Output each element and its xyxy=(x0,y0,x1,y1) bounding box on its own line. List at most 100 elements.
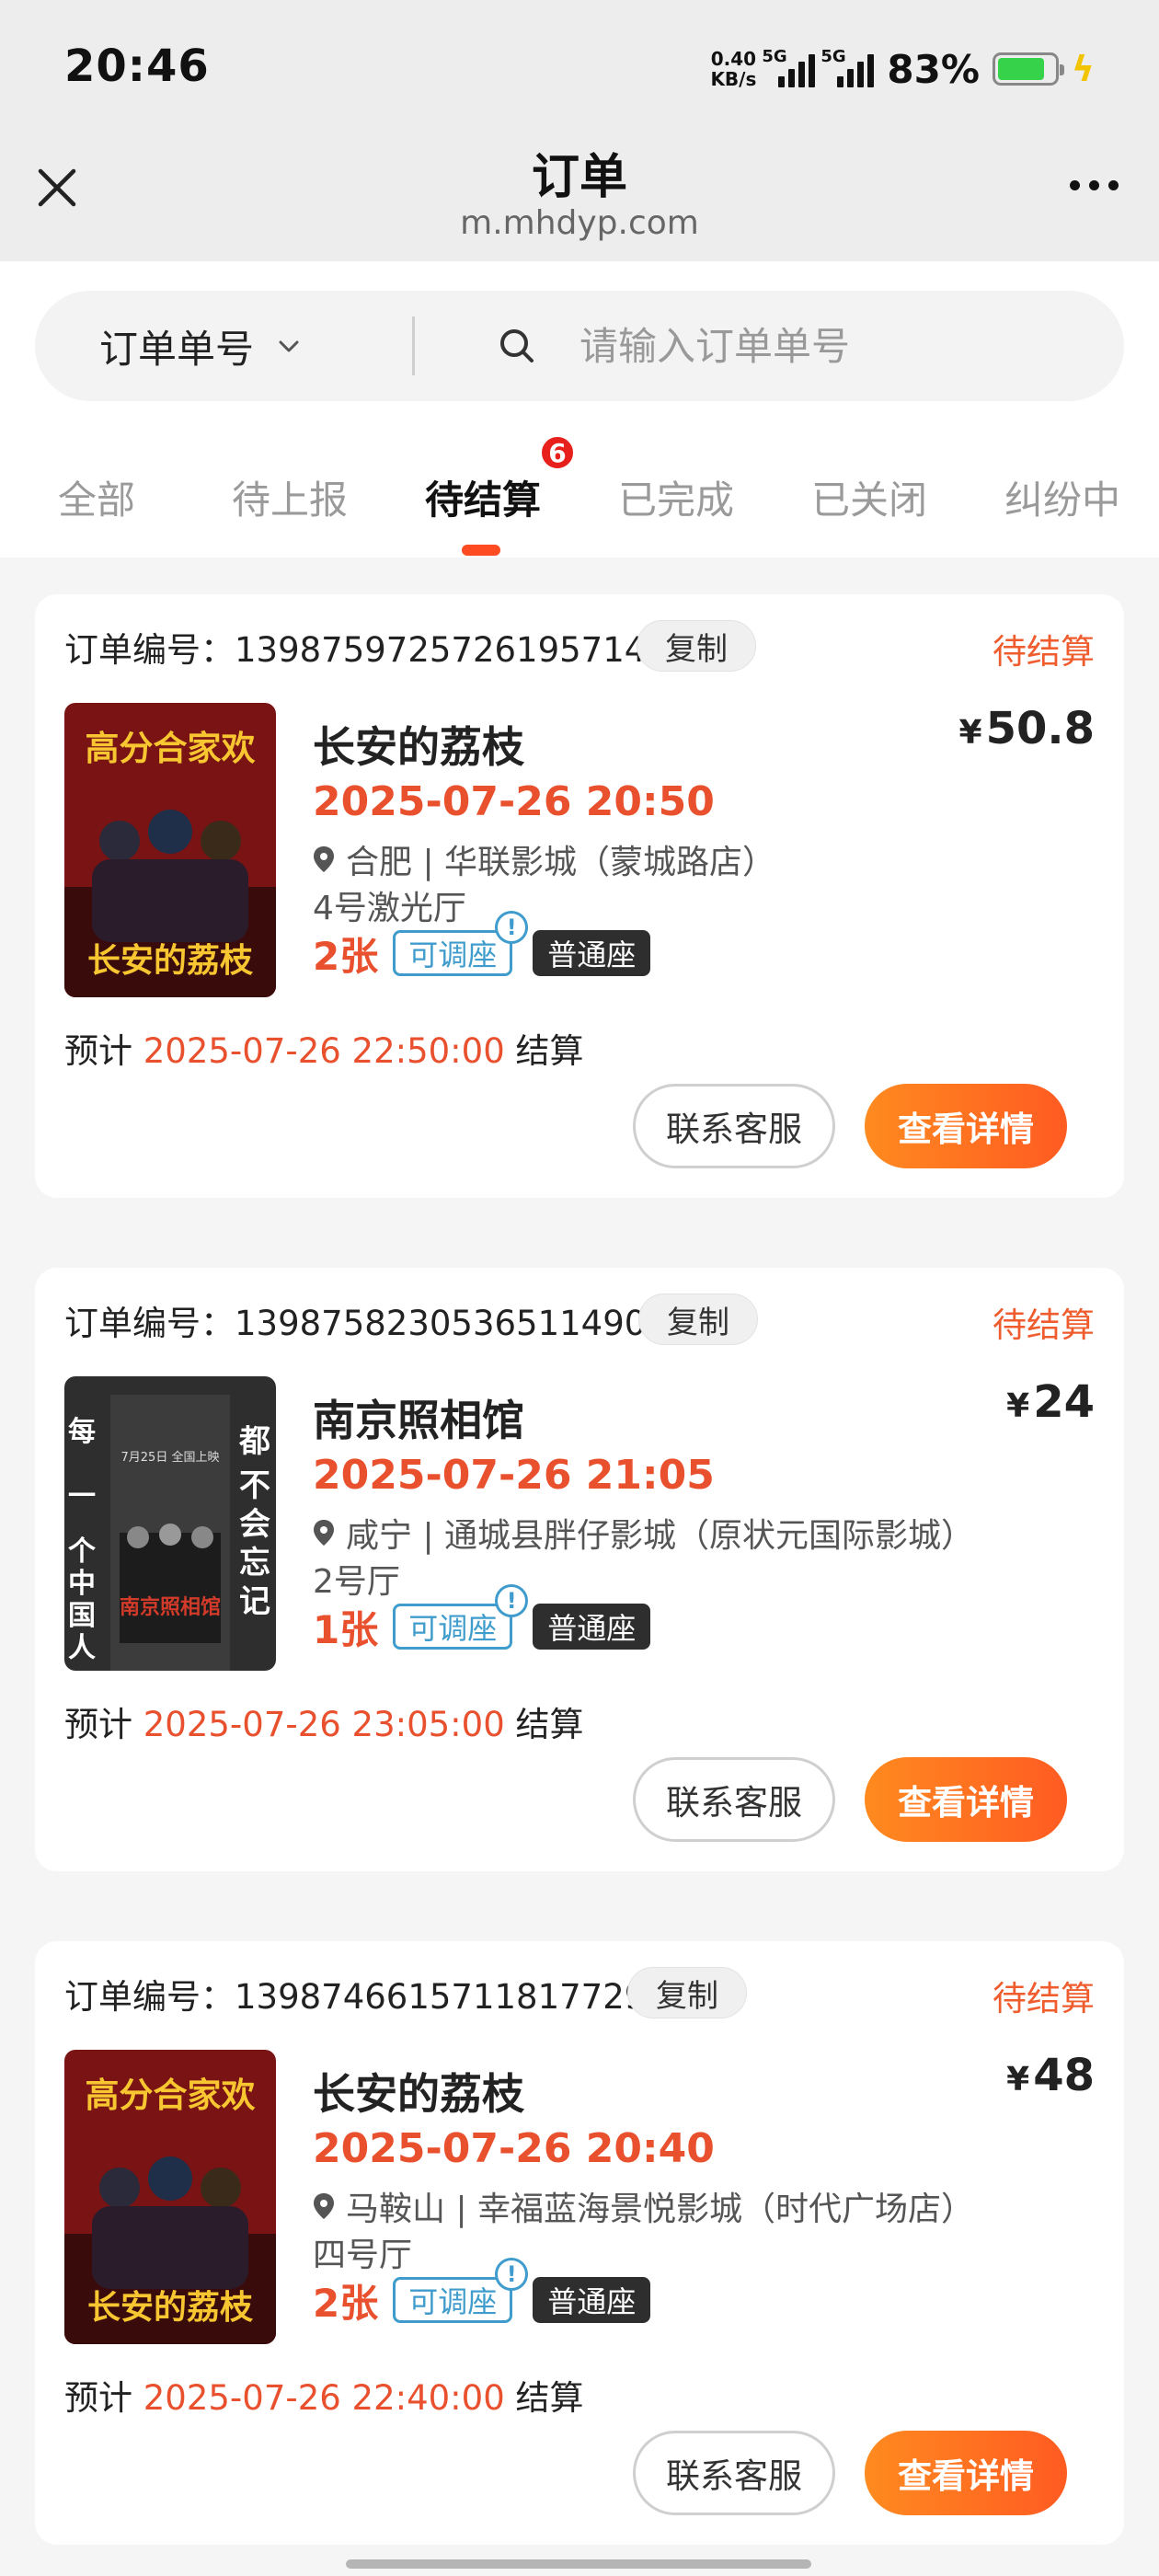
settlement-estimate: 预计 2025-07-26 22:40:00 结算 xyxy=(64,2378,584,2418)
contact-service-button[interactable]: 联系客服 xyxy=(633,1757,835,1842)
tab-closed[interactable]: 已关闭 xyxy=(773,469,966,525)
info-icon[interactable]: ! xyxy=(495,1584,529,1617)
movie-title: 长安的荔枝 xyxy=(313,722,524,772)
poster-text: 南京照相馆 xyxy=(120,1595,221,1619)
poster-text: 长安的荔枝 xyxy=(87,942,254,980)
net-speed: 0.40 KB/s xyxy=(710,49,756,89)
showtime: 2025-07-26 20:50 xyxy=(313,778,715,825)
more-dots-icon xyxy=(1070,180,1080,190)
search-divider xyxy=(412,316,415,375)
tab-badge: 6 xyxy=(539,434,576,471)
charging-icon: ϟ xyxy=(1071,49,1095,89)
seat-type-tag: 普通座 xyxy=(533,930,651,976)
active-tab-indicator xyxy=(462,545,500,556)
search-input[interactable] xyxy=(580,309,1095,383)
poster-text: 都不会忘记 xyxy=(238,1423,270,1620)
location-pin-icon xyxy=(314,1520,334,1546)
page-domain: m.mhdyp.com xyxy=(460,204,699,242)
adjustable-seat-tag: 可调座! xyxy=(393,1584,529,1650)
movie-poster[interactable]: 7月25日 全国上映 每一个中国人 都不会忘记 南京照相馆 xyxy=(64,1376,276,1671)
adjustable-seat-tag: 可调座! xyxy=(393,911,529,976)
cinema-name: 合肥 | 华联影城（蒙城路店） xyxy=(346,844,776,881)
search-type-dropdown[interactable]: 订单单号 xyxy=(99,291,302,401)
signal-icon: 5G xyxy=(820,47,875,87)
location-pin-icon xyxy=(314,2193,334,2219)
hall-name: 四号厅 xyxy=(313,2237,413,2274)
net-speed-unit: KB/s xyxy=(710,68,757,90)
settlement-estimate: 预计 2025-07-26 23:05:00 结算 xyxy=(64,1705,584,1744)
signal-label: 5G xyxy=(762,47,787,66)
order-card: 订单编号：1398759725726195714 复制 待结算 高分合家欢 长安… xyxy=(35,594,1124,1198)
order-number: 订单编号：1398746615711817729 xyxy=(64,1977,647,2017)
signal-label: 5G xyxy=(820,47,846,66)
tab-pending-settlement[interactable]: 待结算 xyxy=(386,469,580,525)
seat-type-tag: 普通座 xyxy=(533,2277,651,2323)
order-price: ¥50.8 xyxy=(958,703,1096,754)
view-details-button[interactable]: 查看详情 xyxy=(865,2431,1067,2515)
contact-service-button[interactable]: 联系客服 xyxy=(633,1084,835,1168)
order-status: 待结算 xyxy=(993,1305,1095,1345)
more-button[interactable] xyxy=(1070,180,1119,190)
ticket-info: 2张 可调座! 普通座 xyxy=(313,2258,651,2326)
showtime: 2025-07-26 20:40 xyxy=(313,2125,715,2172)
settlement-estimate: 预计 2025-07-26 22:50:00 结算 xyxy=(64,1031,584,1071)
page-title: 订单 xyxy=(531,150,627,205)
copy-button[interactable]: 复制 xyxy=(627,1967,747,2018)
status-icons: 0.40 KB/s 5G 5G 83% ϟ xyxy=(710,44,1095,94)
info-icon[interactable]: ! xyxy=(495,2258,529,2291)
order-card: 订单编号：1398758230536511490 复制 待结算 7月25日 全国… xyxy=(35,1268,1124,1871)
tab-dispute[interactable]: 纠纷中 xyxy=(966,469,1159,525)
poster-text: 高分合家欢 xyxy=(86,2076,256,2115)
order-number: 订单编号：1398759725726195714 xyxy=(64,630,647,670)
copy-button[interactable]: 复制 xyxy=(637,620,756,672)
net-speed-value: 0.40 xyxy=(710,48,757,70)
ticket-quantity: 1张 xyxy=(313,1606,379,1652)
order-price: ¥48 xyxy=(1006,2050,1095,2101)
info-icon[interactable]: ! xyxy=(495,911,529,944)
order-number: 订单编号：1398758230536511490 xyxy=(64,1304,647,1343)
cinema-info: 咸宁 | 通城县胖仔影城（原状元国际影城） xyxy=(313,1509,974,1557)
hall-name: 4号激光厅 xyxy=(313,890,466,927)
order-price: ¥24 xyxy=(1006,1376,1095,1428)
movie-poster[interactable]: 高分合家欢 长安的荔枝 xyxy=(64,703,276,997)
chevron-down-icon xyxy=(279,340,299,352)
movie-poster[interactable]: 高分合家欢 长安的荔枝 xyxy=(64,2050,276,2344)
movie-title: 南京照相馆 xyxy=(313,1396,524,1445)
poster-text: 高分合家欢 xyxy=(86,729,256,768)
ticket-info: 1张 可调座! 普通座 xyxy=(313,1584,651,1652)
location-pin-icon xyxy=(314,846,334,872)
search-bar: 订单单号 xyxy=(35,291,1124,401)
battery-percent: 83% xyxy=(887,46,980,92)
poster-text: 长安的荔枝 xyxy=(87,2289,254,2327)
cinema-name: 咸宁 | 通城县胖仔影城（原状元国际影城） xyxy=(346,1517,975,1555)
tab-all[interactable]: 全部 xyxy=(0,469,193,525)
ticket-quantity: 2张 xyxy=(313,933,379,979)
seat-type-tag: 普通座 xyxy=(533,1604,651,1650)
poster-text: 7月25日 全国上映 xyxy=(121,1450,220,1465)
status-time: 20:46 xyxy=(64,40,210,92)
order-card: 订单编号：1398746615711817729 复制 待结算 高分合家欢 长安… xyxy=(35,1941,1124,2545)
cinema-info: 合肥 | 华联影城（蒙城路店） xyxy=(313,835,775,883)
copy-button[interactable]: 复制 xyxy=(638,1294,758,1345)
battery-icon xyxy=(992,52,1064,86)
hall-name: 2号厅 xyxy=(313,1563,400,1601)
tab-to-report[interactable]: 待上报 xyxy=(193,469,386,525)
cinema-info: 马鞍山 | 幸福蓝海景悦影城（时代广场店） xyxy=(313,2182,974,2230)
order-status: 待结算 xyxy=(993,632,1095,672)
cinema-name: 马鞍山 | 幸福蓝海景悦影城（时代广场店） xyxy=(346,2191,975,2228)
search-icon xyxy=(500,329,534,362)
signal-icon: 5G xyxy=(762,47,816,87)
home-indicator[interactable] xyxy=(346,2559,811,2569)
order-tabs: 全部 待上报 待结算 已完成 已关闭 纠纷中 6 xyxy=(0,434,1159,558)
contact-service-button[interactable]: 联系客服 xyxy=(633,2431,835,2515)
ticket-info: 2张 可调座! 普通座 xyxy=(313,911,651,979)
adjustable-seat-tag: 可调座! xyxy=(393,2258,529,2323)
search-type-label: 订单单号 xyxy=(99,326,255,372)
showtime: 2025-07-26 21:05 xyxy=(313,1452,715,1499)
view-details-button[interactable]: 查看详情 xyxy=(865,1757,1067,1842)
order-status: 待结算 xyxy=(993,1979,1095,2018)
movie-title: 长安的荔枝 xyxy=(313,2069,524,2119)
ticket-quantity: 2张 xyxy=(313,2280,379,2326)
tab-completed[interactable]: 已完成 xyxy=(580,469,773,525)
view-details-button[interactable]: 查看详情 xyxy=(865,1084,1067,1168)
